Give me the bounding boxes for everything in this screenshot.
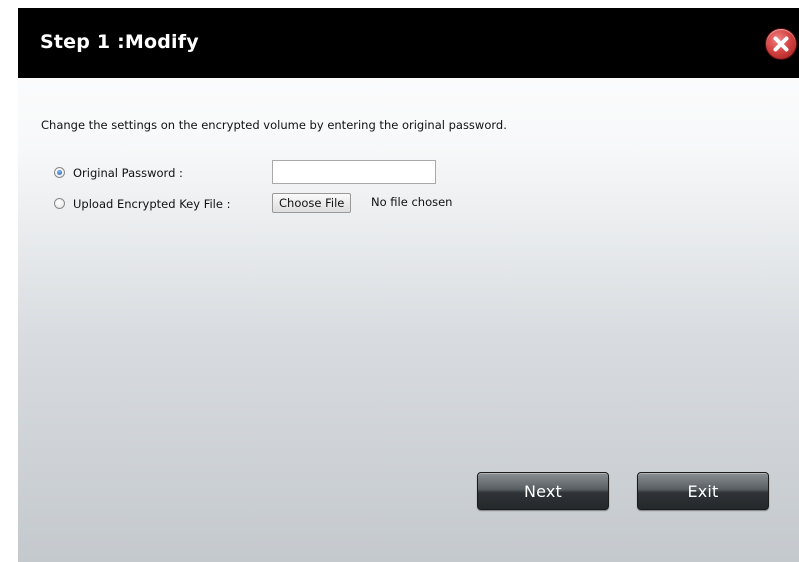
instruction-text: Change the settings on the encrypted vol… (41, 118, 507, 132)
no-file-chosen-text: No file chosen (371, 195, 453, 209)
original-password-radio[interactable] (54, 167, 65, 178)
original-password-label: Original Password : (73, 166, 183, 180)
upload-key-file-radio[interactable] (54, 198, 65, 209)
original-password-input[interactable] (272, 160, 436, 184)
close-icon (773, 36, 789, 52)
upload-key-file-label: Upload Encrypted Key File : (73, 197, 231, 211)
next-button[interactable]: Next (477, 472, 609, 510)
dialog-titlebar: Step 1 :Modify (18, 8, 799, 78)
modify-dialog: Step 1 :Modify Change the settings on th… (18, 8, 799, 562)
choose-file-button[interactable]: Choose File (272, 193, 352, 213)
dialog-content: Change the settings on the encrypted vol… (18, 78, 799, 562)
exit-button[interactable]: Exit (637, 472, 769, 510)
close-button[interactable] (766, 29, 796, 59)
dialog-title: Step 1 :Modify (40, 31, 199, 53)
